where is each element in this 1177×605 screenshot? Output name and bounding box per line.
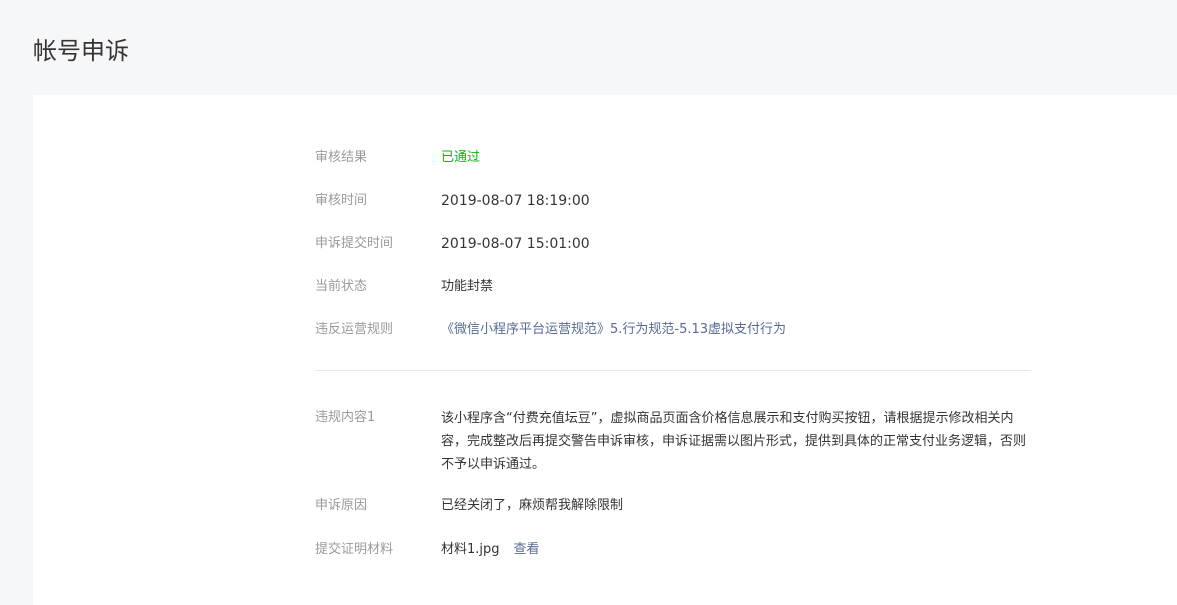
section-divider bbox=[315, 370, 1031, 371]
review-result-value: 已通过 bbox=[441, 150, 481, 165]
submit-time-label: 申诉提交时间 bbox=[315, 236, 394, 251]
submit-time-value: 2019-08-07 15:01:00 bbox=[441, 236, 590, 252]
review-time-label: 审核时间 bbox=[315, 193, 368, 208]
page-title: 帐号申诉 bbox=[33, 37, 129, 65]
appeal-reason-value: 已经关闭了，麻烦帮我解除限制 bbox=[441, 498, 624, 513]
current-status-value: 功能封禁 bbox=[441, 279, 494, 294]
violation-content-row: 违规内容1 该小程序含“付费充值坛豆”，虚拟商品页面含价格信息展示和支付购买按钮… bbox=[315, 407, 1031, 479]
review-time-value: 2019-08-07 18:19:00 bbox=[441, 193, 590, 209]
evidence-label: 提交证明材料 bbox=[315, 542, 394, 557]
violation-content-value: 该小程序含“付费充值坛豆”，虚拟商品页面含价格信息展示和支付购买按钮，请根据提示… bbox=[441, 411, 1027, 472]
evidence-value: 材料1.jpg 查看 bbox=[441, 539, 540, 561]
appeal-detail-card: 审核结果 已通过 审核时间 2019-08-07 18:19:00 申诉提交时间… bbox=[33, 95, 1177, 605]
violated-rule-link[interactable]: 《微信小程序平台运营规范》5.行为规范-5.13虚拟支付行为 bbox=[441, 319, 786, 341]
review-result-label: 审核结果 bbox=[315, 150, 368, 165]
view-evidence-link[interactable]: 查看 bbox=[514, 542, 540, 557]
violated-rule-label: 违反运营规则 bbox=[315, 322, 394, 337]
evidence-filename: 材料1.jpg bbox=[441, 542, 500, 557]
appeal-reason-label: 申诉原因 bbox=[315, 498, 368, 513]
violation-content-label: 违规内容1 bbox=[315, 410, 376, 425]
current-status-label: 当前状态 bbox=[315, 279, 368, 294]
